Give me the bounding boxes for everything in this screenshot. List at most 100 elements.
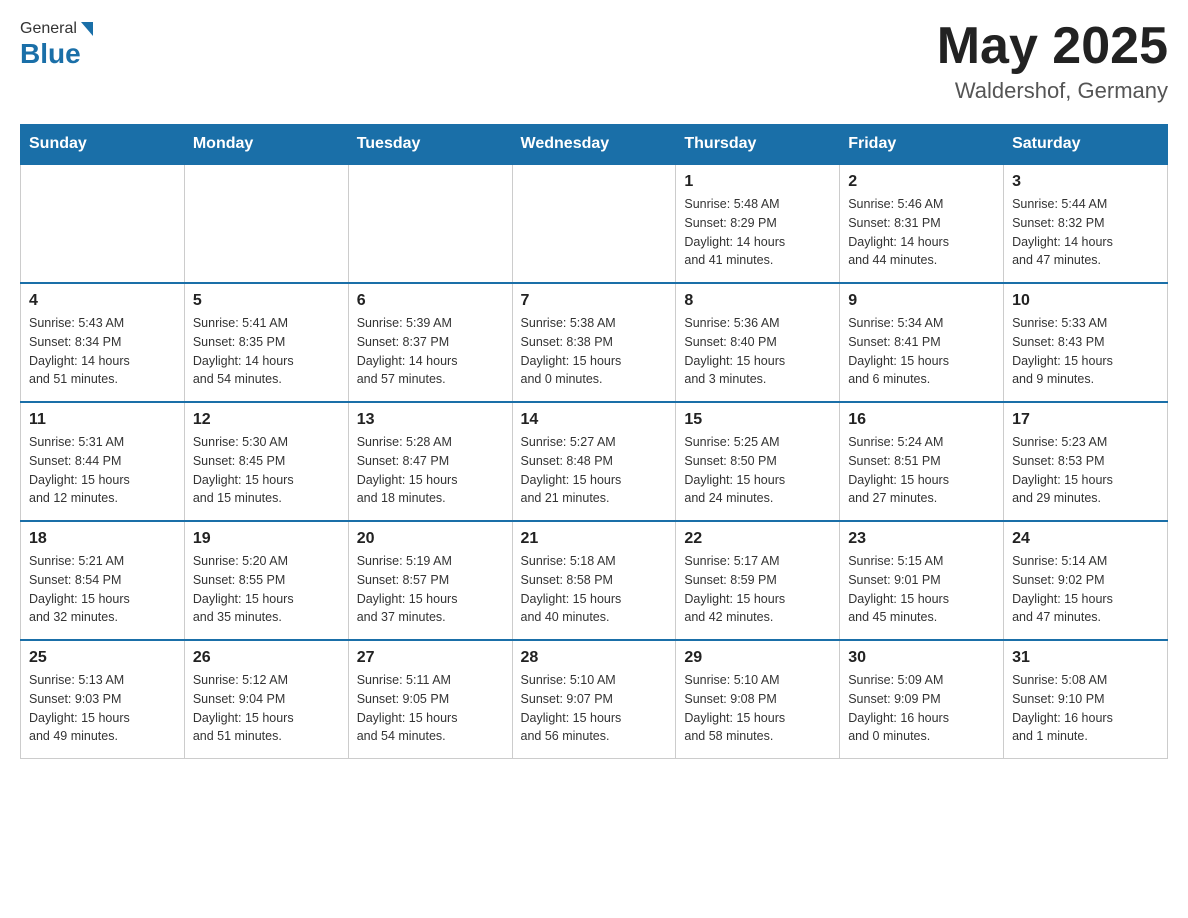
calendar-cell: 25 Sunrise: 5:13 AMSunset: 9:03 PMDayligh… xyxy=(21,640,185,759)
calendar-cell: 24 Sunrise: 5:14 AMSunset: 9:02 PMDayligh… xyxy=(1004,521,1168,640)
day-info: Sunrise: 5:19 AMSunset: 8:57 PMDaylight:… xyxy=(357,552,504,627)
day-number: 6 xyxy=(357,292,504,310)
day-number: 5 xyxy=(193,292,340,310)
calendar-cell xyxy=(21,164,185,283)
day-number: 30 xyxy=(848,649,995,667)
day-info: Sunrise: 5:31 AMSunset: 8:44 PMDaylight:… xyxy=(29,433,176,508)
column-header-saturday: Saturday xyxy=(1004,125,1168,165)
calendar-cell: 15 Sunrise: 5:25 AMSunset: 8:50 PMDayligh… xyxy=(676,402,840,521)
calendar-cell: 29Sunrise: 5:10 AMSunset: 9:08 PMDayligh… xyxy=(676,640,840,759)
day-info: Sunrise: 5:10 AMSunset: 9:08 PMDaylight:… xyxy=(684,671,831,746)
day-number: 15 xyxy=(684,411,831,429)
week-row-4: 18 Sunrise: 5:21 AMSunset: 8:54 PMDayligh… xyxy=(21,521,1168,640)
day-number: 23 xyxy=(848,530,995,548)
calendar-cell: 10Sunrise: 5:33 AMSunset: 8:43 PMDayligh… xyxy=(1004,283,1168,402)
day-info: Sunrise: 5:10 AMSunset: 9:07 PMDaylight:… xyxy=(521,671,668,746)
column-header-monday: Monday xyxy=(184,125,348,165)
day-number: 2 xyxy=(848,173,995,191)
calendar-cell: 19 Sunrise: 5:20 AMSunset: 8:55 PMDayligh… xyxy=(184,521,348,640)
day-number: 13 xyxy=(357,411,504,429)
day-number: 22 xyxy=(684,530,831,548)
day-info: Sunrise: 5:12 AMSunset: 9:04 PMDaylight:… xyxy=(193,671,340,746)
calendar-cell xyxy=(184,164,348,283)
day-number: 10 xyxy=(1012,292,1159,310)
calendar-cell: 5 Sunrise: 5:41 AMSunset: 8:35 PMDaylight… xyxy=(184,283,348,402)
calendar-cell: 2 Sunrise: 5:46 AMSunset: 8:31 PMDaylight… xyxy=(840,164,1004,283)
day-info: Sunrise: 5:27 AMSunset: 8:48 PMDaylight:… xyxy=(521,433,668,508)
day-info: Sunrise: 5:38 AMSunset: 8:38 PMDaylight:… xyxy=(521,314,668,389)
calendar-cell: 22Sunrise: 5:17 AMSunset: 8:59 PMDayligh… xyxy=(676,521,840,640)
calendar-cell: 6 Sunrise: 5:39 AMSunset: 8:37 PMDaylight… xyxy=(348,283,512,402)
day-info: Sunrise: 5:21 AMSunset: 8:54 PMDaylight:… xyxy=(29,552,176,627)
day-number: 4 xyxy=(29,292,176,310)
day-number: 8 xyxy=(684,292,831,310)
logo-general-text: General xyxy=(20,20,77,38)
title-block: May 2025 Waldershof, Germany xyxy=(937,20,1168,104)
calendar-cell: 31Sunrise: 5:08 AMSunset: 9:10 PMDayligh… xyxy=(1004,640,1168,759)
day-info: Sunrise: 5:41 AMSunset: 8:35 PMDaylight:… xyxy=(193,314,340,389)
calendar-cell: 12 Sunrise: 5:30 AMSunset: 8:45 PMDayligh… xyxy=(184,402,348,521)
day-number: 19 xyxy=(193,530,340,548)
column-header-tuesday: Tuesday xyxy=(348,125,512,165)
day-number: 12 xyxy=(193,411,340,429)
calendar-cell xyxy=(348,164,512,283)
day-number: 7 xyxy=(521,292,668,310)
calendar-cell: 14Sunrise: 5:27 AMSunset: 8:48 PMDayligh… xyxy=(512,402,676,521)
day-number: 17 xyxy=(1012,411,1159,429)
day-info: Sunrise: 5:09 AMSunset: 9:09 PMDaylight:… xyxy=(848,671,995,746)
logo: General Blue xyxy=(20,20,93,70)
page-header: General Blue May 2025 Waldershof, German… xyxy=(20,20,1168,104)
calendar-cell: 18 Sunrise: 5:21 AMSunset: 8:54 PMDayligh… xyxy=(21,521,185,640)
day-number: 1 xyxy=(684,173,831,191)
day-number: 25 xyxy=(29,649,176,667)
logo-blue-text: Blue xyxy=(20,38,81,70)
calendar-cell: 17 Sunrise: 5:23 AMSunset: 8:53 PMDayligh… xyxy=(1004,402,1168,521)
day-info: Sunrise: 5:39 AMSunset: 8:37 PMDaylight:… xyxy=(357,314,504,389)
day-info: Sunrise: 5:44 AMSunset: 8:32 PMDaylight:… xyxy=(1012,195,1159,270)
day-info: Sunrise: 5:43 AMSunset: 8:34 PMDaylight:… xyxy=(29,314,176,389)
day-info: Sunrise: 5:13 AMSunset: 9:03 PMDaylight:… xyxy=(29,671,176,746)
day-number: 31 xyxy=(1012,649,1159,667)
day-info: Sunrise: 5:36 AMSunset: 8:40 PMDaylight:… xyxy=(684,314,831,389)
day-info: Sunrise: 5:20 AMSunset: 8:55 PMDaylight:… xyxy=(193,552,340,627)
calendar-cell: 4 Sunrise: 5:43 AMSunset: 8:34 PMDaylight… xyxy=(21,283,185,402)
day-info: Sunrise: 5:23 AMSunset: 8:53 PMDaylight:… xyxy=(1012,433,1159,508)
week-row-1: 1 Sunrise: 5:48 AMSunset: 8:29 PMDaylight… xyxy=(21,164,1168,283)
day-number: 3 xyxy=(1012,173,1159,191)
day-info: Sunrise: 5:25 AMSunset: 8:50 PMDaylight:… xyxy=(684,433,831,508)
day-info: Sunrise: 5:30 AMSunset: 8:45 PMDaylight:… xyxy=(193,433,340,508)
calendar-cell: 23 Sunrise: 5:15 AMSunset: 9:01 PMDayligh… xyxy=(840,521,1004,640)
day-number: 20 xyxy=(357,530,504,548)
calendar-cell: 16Sunrise: 5:24 AMSunset: 8:51 PMDayligh… xyxy=(840,402,1004,521)
day-number: 18 xyxy=(29,530,176,548)
column-header-wednesday: Wednesday xyxy=(512,125,676,165)
calendar-cell: 9Sunrise: 5:34 AMSunset: 8:41 PMDaylight… xyxy=(840,283,1004,402)
day-info: Sunrise: 5:34 AMSunset: 8:41 PMDaylight:… xyxy=(848,314,995,389)
calendar-title: May 2025 xyxy=(937,20,1168,72)
week-row-2: 4 Sunrise: 5:43 AMSunset: 8:34 PMDaylight… xyxy=(21,283,1168,402)
calendar-cell: 20 Sunrise: 5:19 AMSunset: 8:57 PMDayligh… xyxy=(348,521,512,640)
calendar-cell: 3 Sunrise: 5:44 AMSunset: 8:32 PMDaylight… xyxy=(1004,164,1168,283)
day-info: Sunrise: 5:14 AMSunset: 9:02 PMDaylight:… xyxy=(1012,552,1159,627)
day-info: Sunrise: 5:24 AMSunset: 8:51 PMDaylight:… xyxy=(848,433,995,508)
week-row-5: 25 Sunrise: 5:13 AMSunset: 9:03 PMDayligh… xyxy=(21,640,1168,759)
column-header-thursday: Thursday xyxy=(676,125,840,165)
logo-arrow-icon xyxy=(81,22,93,36)
column-header-sunday: Sunday xyxy=(21,125,185,165)
day-info: Sunrise: 5:46 AMSunset: 8:31 PMDaylight:… xyxy=(848,195,995,270)
day-number: 27 xyxy=(357,649,504,667)
day-number: 26 xyxy=(193,649,340,667)
calendar-location: Waldershof, Germany xyxy=(937,78,1168,104)
calendar-cell: 26 Sunrise: 5:12 AMSunset: 9:04 PMDayligh… xyxy=(184,640,348,759)
calendar-table: SundayMondayTuesdayWednesdayThursdayFrid… xyxy=(20,124,1168,759)
calendar-cell xyxy=(512,164,676,283)
calendar-cell: 21Sunrise: 5:18 AMSunset: 8:58 PMDayligh… xyxy=(512,521,676,640)
calendar-cell: 7 Sunrise: 5:38 AMSunset: 8:38 PMDaylight… xyxy=(512,283,676,402)
day-info: Sunrise: 5:11 AMSunset: 9:05 PMDaylight:… xyxy=(357,671,504,746)
day-number: 24 xyxy=(1012,530,1159,548)
day-number: 28 xyxy=(521,649,668,667)
day-info: Sunrise: 5:28 AMSunset: 8:47 PMDaylight:… xyxy=(357,433,504,508)
day-info: Sunrise: 5:18 AMSunset: 8:58 PMDaylight:… xyxy=(521,552,668,627)
day-info: Sunrise: 5:48 AMSunset: 8:29 PMDaylight:… xyxy=(684,195,831,270)
day-info: Sunrise: 5:15 AMSunset: 9:01 PMDaylight:… xyxy=(848,552,995,627)
